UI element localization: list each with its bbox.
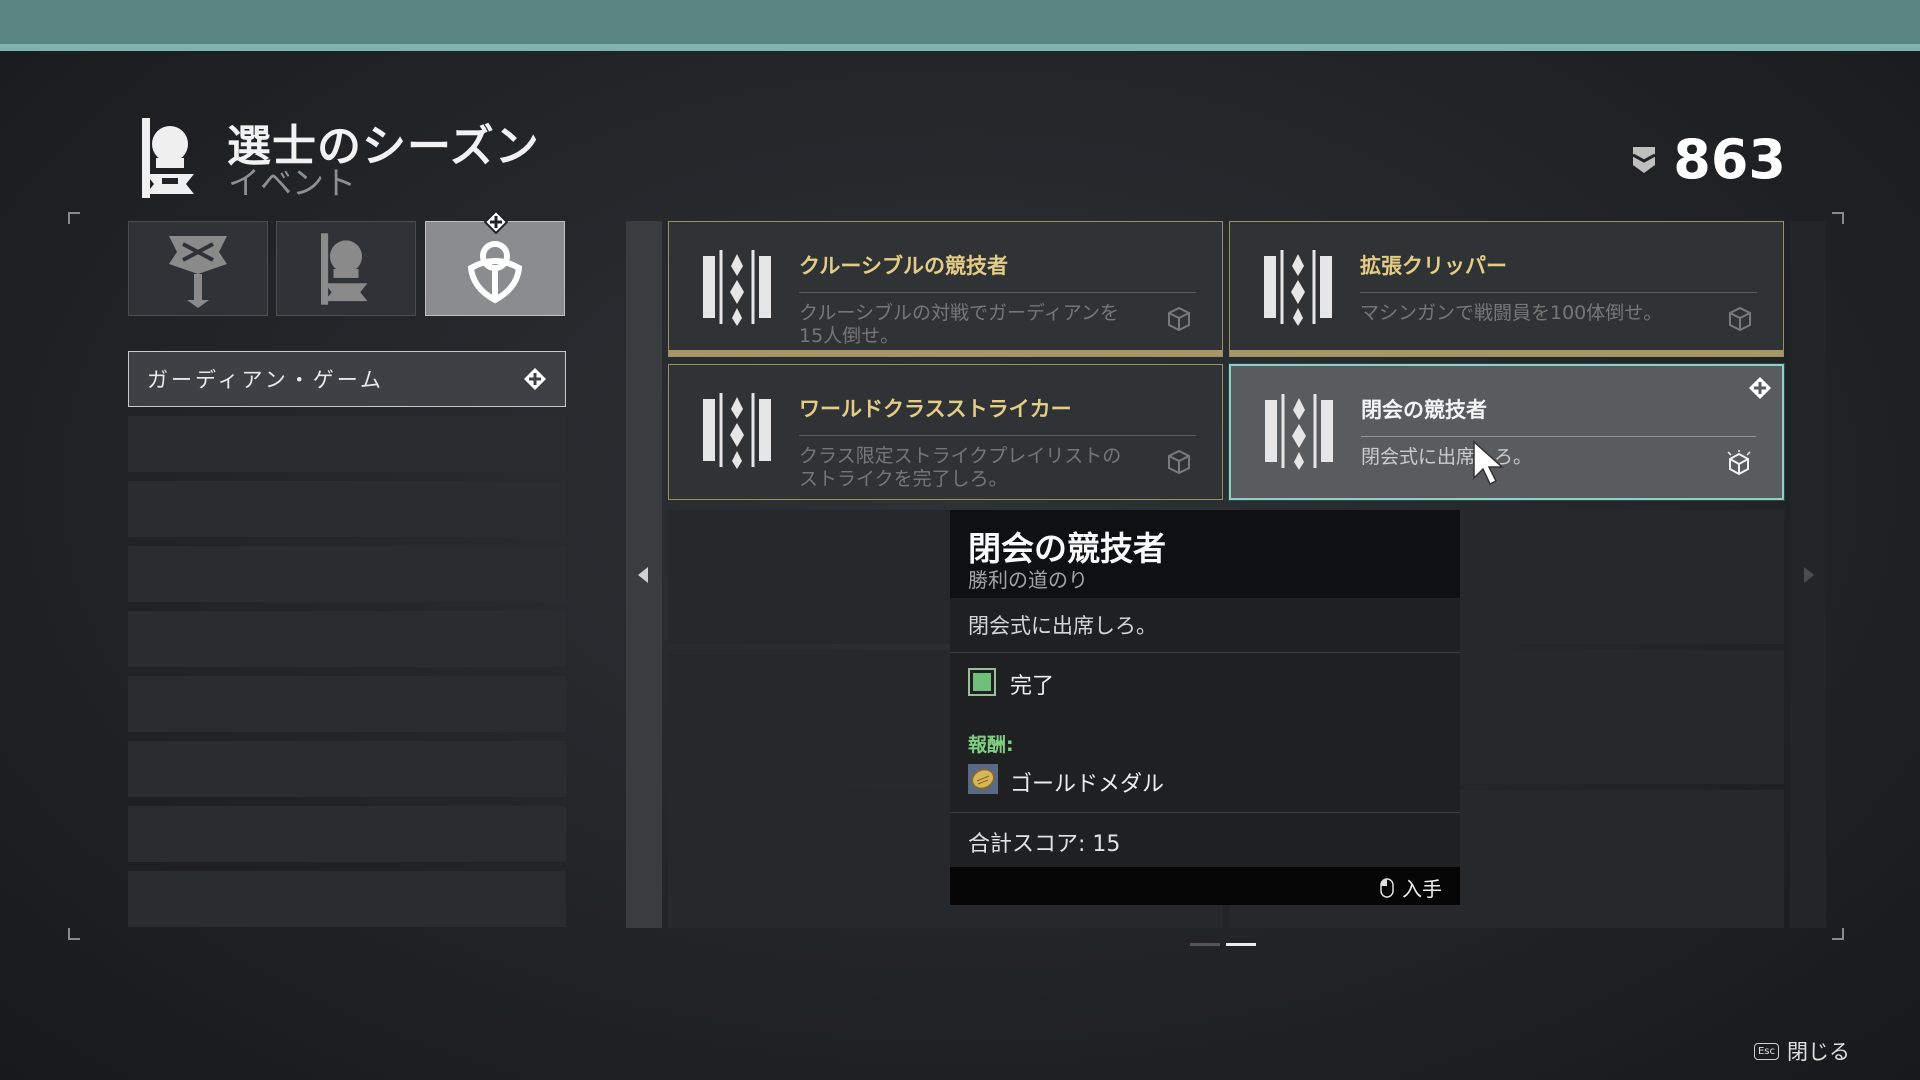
reward-cube-icon [1168,449,1190,475]
crucible-emblem-icon [169,235,227,308]
currency-value: 863 [1673,128,1786,191]
laurel-emblem-icon [467,240,523,303]
bright-dust-icon [1632,146,1656,173]
sidebar-item-guardian-games[interactable]: ガーディアン・ゲーム [128,351,566,407]
triumph-title: ワールドクラスストライカー [799,397,1072,421]
tooltip-description: 閉会式に出席しろ。 [968,614,1157,638]
triumph-seal-icon [703,393,771,469]
triumph-card[interactable]: 拡張クリッパー マシンガンで戦闘員を100体倒せ。 [1229,221,1784,357]
page-indicator-inactive[interactable] [1190,943,1220,946]
tab-crucible[interactable] [128,221,268,316]
tab-laurel[interactable] [425,221,565,316]
top-banner-accent [0,44,1920,51]
esc-key-icon: Esc [1753,1042,1779,1060]
divider [950,652,1460,653]
triumph-description: マシンガンで戦闘員を100体倒せ。 [1360,302,1663,324]
sidebar-empty-row [128,871,566,927]
tooltip-subtitle: 勝利の道のり [968,568,1088,592]
frame-corner [68,212,80,224]
divider [799,292,1196,293]
sidebar-item-label: ガーディアン・ゲーム [147,368,385,392]
page-indicator-active[interactable] [1226,943,1256,946]
triumph-tooltip: 閉会の競技者 勝利の道のり 閉会式に出席しろ。 完了 報酬: ゴールドメダル 合… [950,510,1460,905]
total-score: 合計スコア: 15 [968,832,1121,857]
frame-corner [1832,212,1844,224]
tooltip-header: 閉会の競技者 勝利の道のり [950,510,1460,598]
triumph-description: クルーシブルの対戦でガーディアンを15人倒せ。 [799,302,1119,347]
sidebar-empty-row [128,676,566,732]
next-page-button[interactable] [1790,221,1826,928]
reward-heading: 報酬: [968,734,1014,756]
guardian-games-emblem-icon [321,232,368,305]
gold-medal-icon [968,764,998,794]
close-label: 閉じる [1787,1040,1850,1064]
tooltip-title: 閉会の競技者 [968,529,1166,568]
claim-label: 入手 [1402,877,1442,901]
reward-cube-icon [1729,306,1751,332]
tab-guardian-games[interactable] [276,221,416,316]
close-button[interactable]: Esc 閉じる [1753,1036,1850,1066]
divider [950,812,1460,813]
claim-action[interactable]: 入手 [1380,873,1442,902]
divider [799,435,1196,436]
triumph-description: 閉会式に出席しろ。 [1361,446,1533,468]
mouse-cursor-icon [1473,440,1504,486]
top-banner [0,0,1920,44]
objective-checkbox [968,668,996,696]
reward-cube-icon [1168,306,1190,332]
objective-label: 完了 [1010,674,1055,699]
frame-corner [1832,928,1844,940]
new-indicator-icon [1749,377,1771,399]
prev-page-button[interactable] [626,221,662,928]
triumph-title: 閉会の競技者 [1361,398,1487,422]
sidebar-empty-row [128,806,566,862]
new-indicator-icon [484,210,508,234]
chevron-right-icon [1804,566,1814,583]
triumph-seal-icon [1265,394,1333,470]
divider [1361,436,1756,437]
sidebar-empty-row [128,481,566,537]
sidebar-empty-row [128,546,566,602]
triumph-description: クラス限定ストライクプレイリストのストライクを完了しろ。 [799,445,1122,490]
triumph-seal-icon [703,250,771,326]
sidebar-empty-row [128,416,566,472]
frame-corner [68,928,80,940]
new-indicator-icon [524,368,546,390]
triumph-card[interactable]: クルーシブルの競技者 クルーシブルの対戦でガーディアンを15人倒せ。 [668,221,1223,357]
reward-cube-glowing-icon [1727,450,1751,476]
chevron-left-icon [638,566,648,583]
triumph-seal-icon [1264,250,1332,326]
sidebar-empty-row [128,741,566,797]
triumph-title: 拡張クリッパー [1360,254,1507,278]
tooltip-footer: 入手 [950,867,1460,905]
triumph-title: クルーシブルの競技者 [799,254,1008,278]
triumph-card[interactable]: ワールドクラスストライカー クラス限定ストライクプレイリストのストライクを完了し… [668,364,1223,500]
guardian-games-emblem-icon [142,118,194,198]
currency-display: 863 [1631,128,1786,191]
mouse-left-click-icon [1380,877,1394,898]
page-subtitle: イベント [228,164,357,202]
divider [1360,292,1757,293]
sidebar-empty-row [128,611,566,667]
reward-item-name: ゴールドメダル [1010,772,1165,797]
